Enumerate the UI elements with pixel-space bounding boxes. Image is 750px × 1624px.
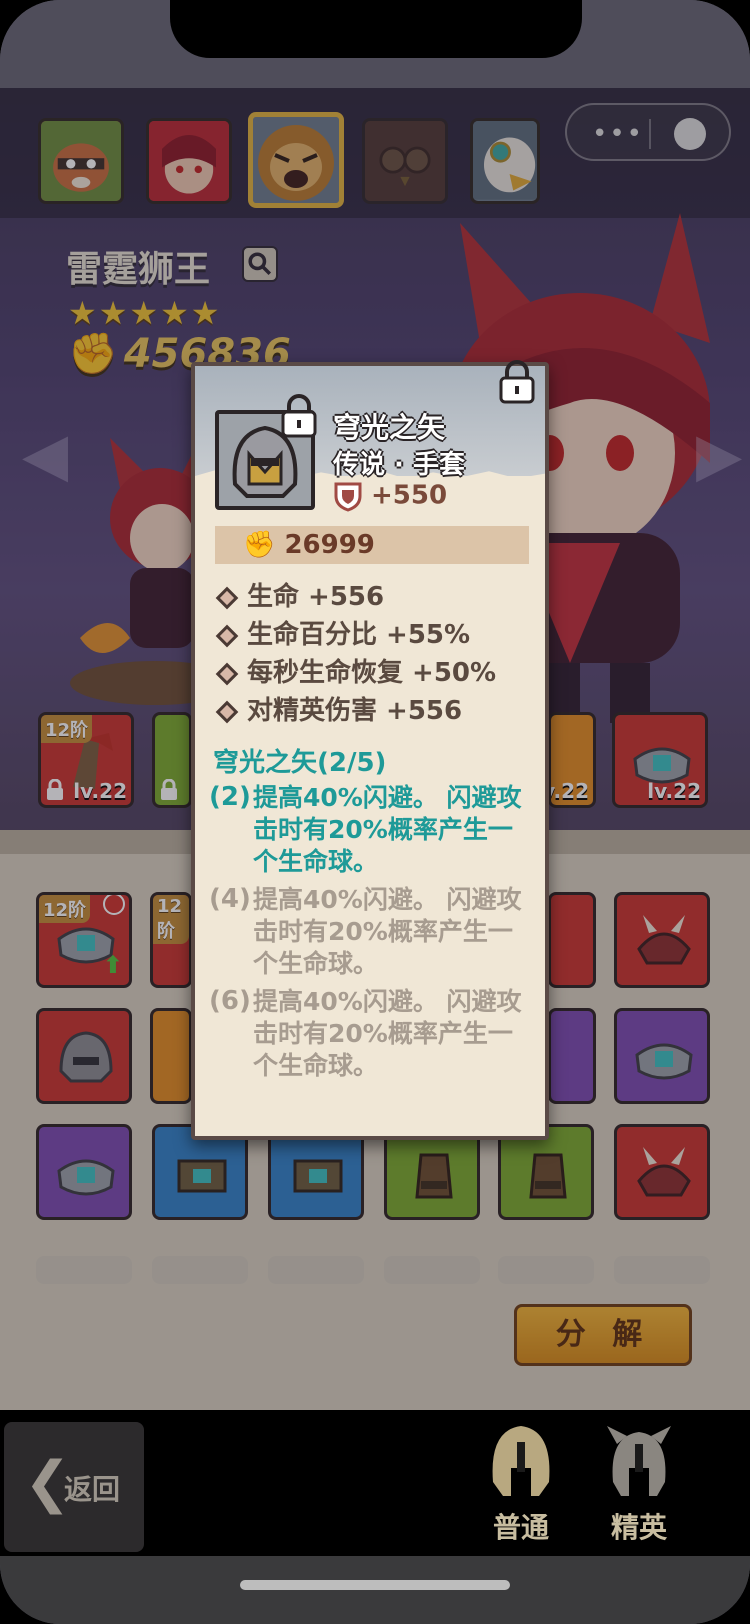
diamond-icon — [215, 700, 239, 723]
diamond-icon — [215, 624, 239, 647]
item-defense: +550 — [333, 480, 447, 514]
item-rarity-type: 传说 · 手套 — [333, 450, 465, 480]
stat-text: 生命 +556 — [247, 582, 385, 612]
diamond-icon — [215, 662, 239, 685]
item-power-value: 26999 — [284, 530, 375, 560]
notch — [170, 0, 582, 58]
item-defense-value: +550 — [371, 480, 448, 511]
stat-text: 对精英伤害 +556 — [247, 696, 463, 726]
stat-row: 生命百分比 +55% — [215, 616, 535, 654]
item-lock-icon[interactable] — [279, 394, 319, 438]
spiked-helmet-icon — [607, 1426, 671, 1496]
shield-icon — [334, 482, 362, 512]
bottom-nav: ❮ 返回 普通 精英 — [0, 1410, 750, 1556]
stat-text: 生命百分比 +55% — [247, 620, 471, 650]
set-bonus-text: 提高40%闪避。 闪避攻击时有20%概率产生一个生命球。 — [253, 783, 522, 876]
elite-mode-button[interactable]: 精英 — [594, 1422, 684, 1544]
item-power-bar: ✊ 26999 — [215, 526, 529, 564]
item-name: 穹光之矢 — [333, 411, 446, 444]
fist-icon: ✊ — [243, 530, 276, 560]
set-bonus-text: 提高40%闪避。 闪避攻击时有20%概率产生一个生命球。 — [253, 987, 522, 1080]
normal-mode-button[interactable]: 普通 — [476, 1422, 566, 1544]
diamond-icon — [215, 586, 239, 609]
set-bonus-count: (6) — [209, 986, 251, 1016]
stat-row: 每秒生命恢复 +50% — [215, 654, 535, 692]
spartan-helmet-icon — [492, 1426, 550, 1496]
home-indicator[interactable] — [240, 1580, 510, 1590]
stat-row: 生命 +556 — [215, 578, 535, 616]
item-stats-list: 生命 +556 生命百分比 +55% 每秒生命恢复 +50% 对精英伤害 +55… — [215, 578, 535, 730]
stat-text: 每秒生命恢复 +50% — [247, 658, 497, 688]
elite-mode-label: 精英 — [610, 1511, 667, 1544]
back-label: 返回 — [64, 1473, 121, 1506]
normal-mode-label: 普通 — [492, 1511, 549, 1544]
lock-toggle-icon[interactable] — [497, 360, 537, 404]
phone-screen: ••• 雷霆狮王 ★★★★★ ✊ 456836 ◀ ▶ 12阶 lv.22 .2… — [0, 0, 750, 1624]
set-bonus-count: (2) — [209, 782, 251, 812]
set-bonus-count: (4) — [209, 884, 251, 914]
set-title: 穹光之矢(2/5) — [213, 748, 387, 778]
stat-row: 对精英伤害 +556 — [215, 692, 535, 730]
home-indicator-area — [0, 1556, 750, 1624]
set-bonus-text: 提高40%闪避。 闪避攻击时有20%概率产生一个生命球。 — [253, 885, 522, 978]
item-detail-popup: 穹光之矢 传说 · 手套 +550 ✊ 26999 生命 +556 生命百分比 … — [191, 360, 549, 1140]
back-button[interactable]: ❮ 返回 — [4, 1422, 144, 1552]
